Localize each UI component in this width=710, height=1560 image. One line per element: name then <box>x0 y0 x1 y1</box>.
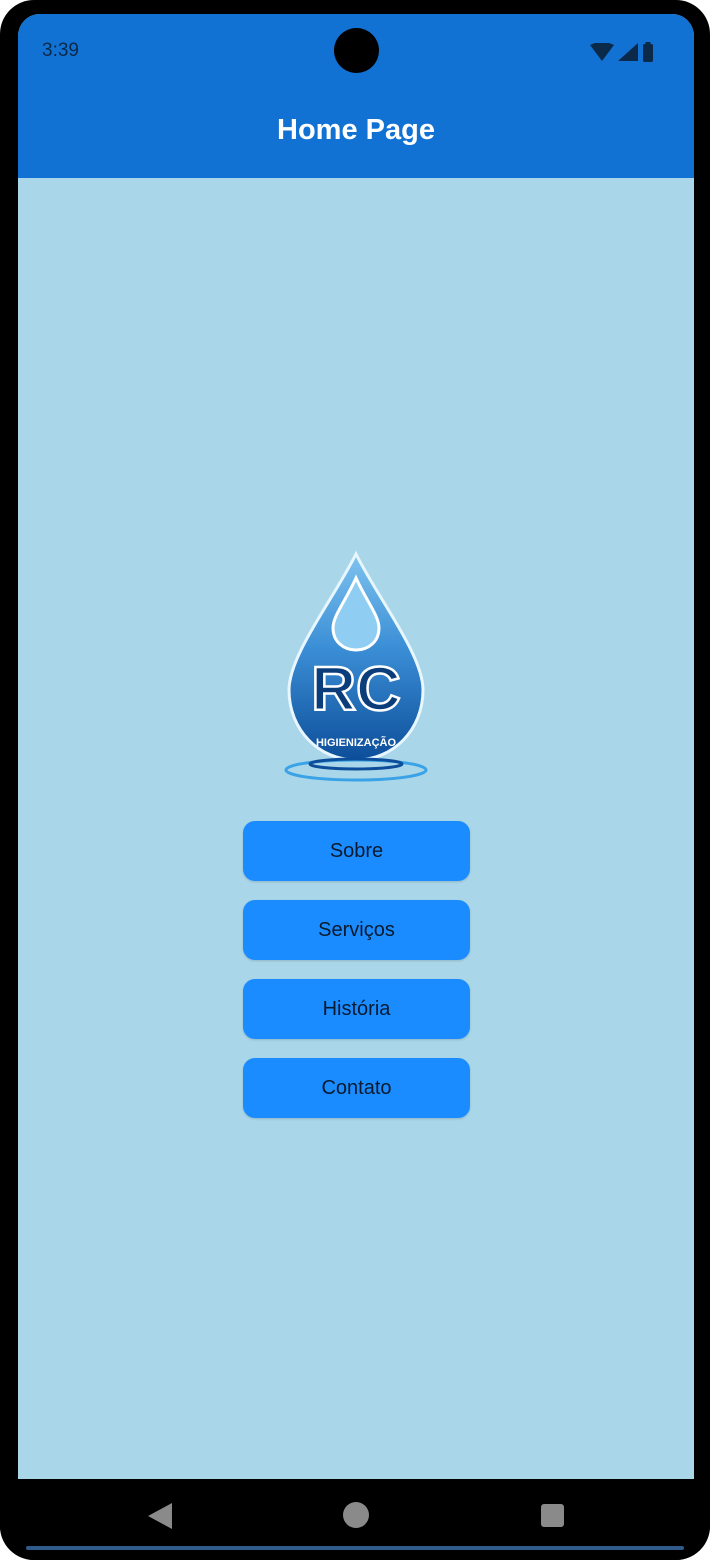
app-screen: 3:39 Home Page RC HIGIENIZAÇÃO Sobre Ser… <box>18 14 694 1479</box>
back-icon[interactable] <box>148 1503 172 1529</box>
signal-icon <box>618 43 638 61</box>
wifi-icon <box>590 43 614 61</box>
camera-cutout <box>334 28 379 73</box>
contato-button[interactable]: Contato <box>243 1058 470 1118</box>
status-icons <box>590 42 654 62</box>
svg-text:RC: RC <box>311 655 401 724</box>
device-frame: 3:39 Home Page RC HIGIENIZAÇÃO Sobre Ser… <box>0 0 710 1560</box>
page-title: Home Page <box>277 114 435 146</box>
svg-text:HIGIENIZAÇÃO: HIGIENIZAÇÃO <box>316 736 397 749</box>
sobre-button[interactable]: Sobre <box>243 821 470 881</box>
rc-higienizacao-logo: RC HIGIENIZAÇÃO <box>284 550 428 782</box>
main-menu: Sobre Serviços História Contato <box>243 821 470 1137</box>
recents-icon[interactable] <box>541 1504 564 1527</box>
app-bar: 3:39 Home Page <box>18 14 694 178</box>
servicos-button[interactable]: Serviços <box>243 900 470 960</box>
home-icon[interactable] <box>343 1502 369 1528</box>
historia-button[interactable]: História <box>243 979 470 1039</box>
status-time: 3:39 <box>42 40 79 61</box>
battery-icon <box>643 42 653 62</box>
gesture-bar <box>26 1546 684 1550</box>
